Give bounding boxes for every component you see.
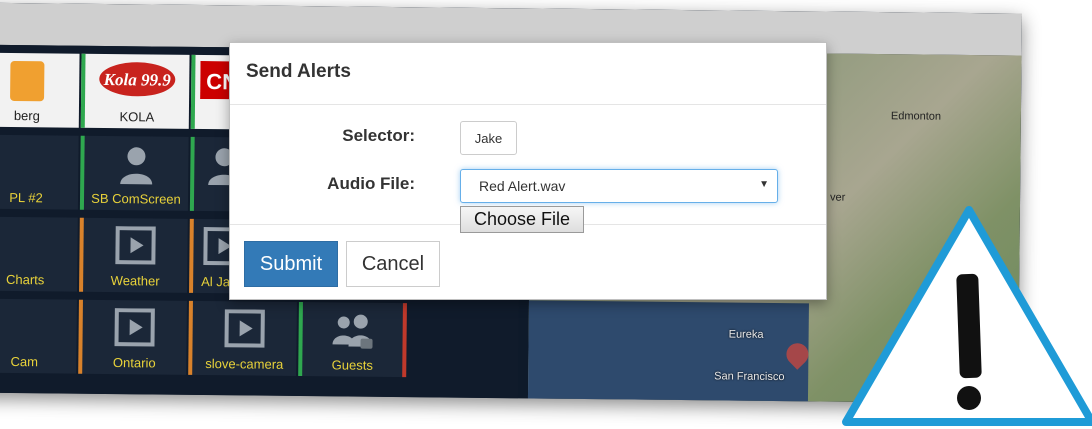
film-icon [113,226,157,266]
send-alerts-modal: Send Alerts Selector: Jake Audio File: R… [229,42,827,300]
warning-triangle-icon [838,200,1092,429]
cancel-button[interactable]: Cancel [346,241,440,287]
source-tile-slove-camera[interactable]: slove-camera [188,300,297,376]
source-tile-kola[interactable]: Kola 99.9 KOLA [80,53,190,129]
source-tile-ontario[interactable]: Ontario [78,299,187,375]
tile-label: Cam [10,353,39,370]
source-tile-guests[interactable]: Guests [298,302,407,378]
film-icon [222,309,266,349]
tile-label: Charts [5,271,45,288]
tile-label: Guests [331,357,373,373]
tile-label: PL #2 [9,189,43,206]
map-ocean [527,300,809,404]
kola-logo-icon: Kola 99.9 [98,60,176,99]
source-tile-sb-comscreen[interactable]: SB ComScreen [79,135,189,211]
group-lock-icon [330,310,374,350]
submit-button[interactable]: Submit [244,241,338,287]
map-label-edmonton: Edmonton [890,110,942,123]
selector-value: Jake [474,130,503,146]
person-icon [114,144,158,185]
audio-file-select[interactable]: Red Alert.wav ▼ [460,169,778,203]
source-tile-pl2[interactable]: PL #2 [0,134,79,210]
stage: berg Kola 99.9 KOLA CN CN [0,0,1092,429]
selector-label: Selector: [342,126,415,145]
tile-label: Weather [110,273,160,289]
modal-header: Send Alerts [230,43,826,105]
source-tile-cam[interactable]: Cam [0,298,77,374]
audio-file-value: Red Alert.wav [479,178,566,194]
tile-label: SB ComScreen [91,190,181,207]
tile-label: slove-camera [205,356,284,372]
source-tile-berg[interactable]: berg [0,52,80,128]
audio-file-label: Audio File: [327,174,415,193]
modal-body: Selector: Jake Audio File: Red Alert.wav… [230,105,826,233]
chevron-down-icon: ▼ [759,179,769,190]
modal-footer: Submit Cancel [230,225,826,301]
tile-label: KOLA [119,109,155,125]
tile-label: berg [13,108,40,124]
selector-field[interactable]: Jake [460,121,517,155]
source-tile-weather[interactable]: Weather [79,217,188,293]
film-icon [112,308,156,348]
tile-label: Ontario [112,355,156,371]
map-label-san-francisco: San Francisco [714,370,785,384]
kola-logo-text: Kola 99.9 [103,70,172,90]
source-tile-charts[interactable]: Charts [0,216,78,292]
bloomberg-logo-icon [10,60,45,102]
modal-title: Send Alerts [246,61,351,82]
map-label-eureka: Eureka [728,328,764,341]
